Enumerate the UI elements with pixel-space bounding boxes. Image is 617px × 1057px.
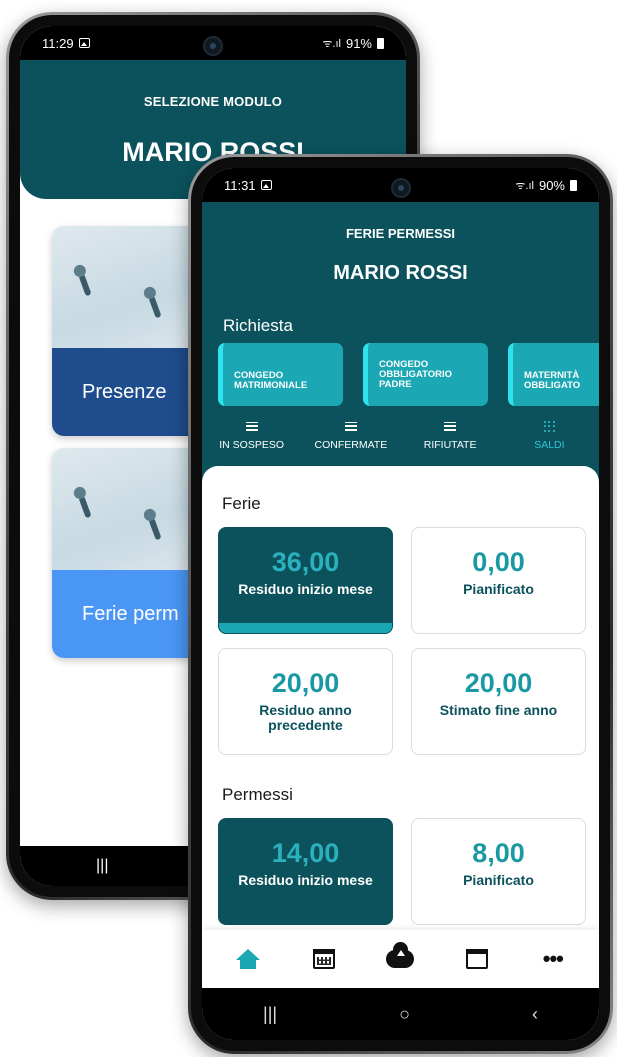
status-battery: 90%: [538, 177, 565, 193]
status-tabs: IN SOSPESO CONFERMATE RIFIUTATE SALDI: [202, 407, 599, 467]
nav-upload[interactable]: [378, 937, 422, 981]
user-name: MARIO ROSSI: [333, 262, 468, 284]
chip-congedo-padre[interactable]: CONGEDO OBBLIGATORIO PADRE: [363, 343, 488, 406]
battery-icon: [570, 179, 577, 191]
tile-label: Residuo anno precedente: [259, 702, 352, 733]
page-subtitle: FERIE PERMESSI: [345, 226, 456, 241]
cloud-upload-icon: [386, 942, 415, 968]
tab-label: IN SOSPESO: [219, 439, 285, 451]
request-chips: CONGEDO MATRIMONIALE CONGEDO OBBLIGATORI…: [218, 343, 599, 406]
chip-congedo-matrimoniale[interactable]: CONGEDO MATRIMONIALE: [218, 343, 343, 406]
image-notification-icon: [78, 38, 90, 48]
list-icon: [245, 421, 258, 431]
bottom-navigation: •••: [202, 930, 599, 988]
home-button[interactable]: ○: [399, 1004, 410, 1025]
tile-value: 0,00: [472, 547, 525, 577]
recent-apps-button[interactable]: |||: [263, 1004, 277, 1025]
pin-icon: [78, 273, 92, 297]
status-time: 11:29: [42, 35, 74, 51]
tile-value: 36,00: [271, 547, 340, 577]
tab-in-sospeso[interactable]: IN SOSPESO: [202, 407, 301, 467]
tile-value: 14,00: [271, 838, 340, 868]
nav-calendar-grid[interactable]: [302, 937, 346, 981]
tile-ferie-stimato-fine-anno[interactable]: 20,00 Stimato fine anno: [411, 648, 586, 755]
chip-maternita[interactable]: MATERNITÀ OBBLIGATO: [508, 343, 599, 406]
tile-highlight-bar: [219, 623, 392, 633]
nav-more[interactable]: •••: [531, 937, 575, 981]
battery-icon: [377, 37, 384, 49]
back-button[interactable]: ‹: [532, 1004, 538, 1025]
image-notification-icon: [260, 180, 272, 190]
tile-ferie-residuo-inizio-mese[interactable]: 36,00 Residuo inizio mese: [218, 527, 393, 634]
tab-confermate[interactable]: CONFERMATE: [301, 407, 400, 467]
grid-icon: [543, 420, 555, 432]
nav-home[interactable]: [226, 937, 270, 981]
status-battery: 91%: [345, 35, 372, 51]
front-phone-bezel: 11:31 ᯤ.ıl 90% FERIE PERMESSI MARIO ROSS…: [191, 157, 610, 1051]
front-camera-icon: [390, 178, 411, 198]
tile-label: Residuo inizio mese: [238, 581, 373, 597]
section-title-ferie: Ferie: [222, 494, 261, 513]
calendar-grid-icon: [313, 949, 336, 969]
calendar-icon: [465, 949, 488, 969]
section-title-richiesta: Richiesta: [223, 316, 293, 335]
nav-calendar[interactable]: [455, 937, 499, 981]
tab-saldi[interactable]: SALDI: [500, 407, 599, 467]
tab-rifiutate[interactable]: RIFIUTATE: [401, 407, 500, 467]
tile-ferie-residuo-anno-precedente[interactable]: 20,00 Residuo anno precedente: [218, 648, 393, 755]
front-header: FERIE PERMESSI MARIO ROSSI Richiesta CON…: [202, 202, 599, 502]
home-icon: [236, 949, 261, 969]
tile-label: Pianificato: [463, 872, 534, 888]
list-icon: [344, 421, 357, 431]
front-system-nav: ||| ○ ‹: [202, 988, 599, 1040]
list-icon: [444, 421, 457, 431]
tab-label: RIFIUTATE: [423, 439, 477, 451]
pin-icon: [148, 517, 162, 541]
status-time: 11:31: [224, 177, 256, 193]
wifi-signal-icon: ᯤ.ıl: [515, 179, 534, 192]
tile-permessi-residuo-inizio-mese[interactable]: 14,00 Residuo inizio mese: [218, 818, 393, 925]
pin-icon: [78, 495, 92, 519]
tab-label: CONFERMATE: [314, 439, 388, 451]
tile-value: 8,00: [472, 838, 525, 868]
front-phone-screen: 11:31 ᯤ.ıl 90% FERIE PERMESSI MARIO ROSS…: [202, 168, 599, 1040]
wifi-signal-icon: ᯤ.ıl: [322, 37, 341, 50]
front-phone: 11:31 ᯤ.ıl 90% FERIE PERMESSI MARIO ROSS…: [188, 154, 613, 1054]
pin-icon: [148, 295, 162, 319]
more-icon: •••: [542, 946, 564, 971]
tile-value: 20,00: [464, 668, 533, 698]
tile-label: Pianificato: [463, 581, 534, 597]
tile-label: Residuo inizio mese: [238, 872, 373, 888]
recent-apps-button[interactable]: |||: [96, 857, 108, 875]
page-subtitle: SELEZIONE MODULO: [143, 94, 283, 109]
stage: 11:29 ᯤ.ıl 91% SELEZIONE MODULO MARIO RO…: [0, 0, 617, 1057]
tile-ferie-pianificato[interactable]: 0,00 Pianificato: [411, 527, 586, 634]
tile-label: Stimato fine anno: [439, 702, 558, 718]
tab-label: SALDI: [534, 439, 565, 451]
tile-value: 20,00: [271, 668, 340, 698]
saldi-content: Ferie 36,00 Residuo inizio mese 0,00 Pia…: [202, 466, 599, 930]
front-camera-icon: [203, 36, 223, 56]
section-title-permessi: Permessi: [222, 785, 293, 804]
tile-permessi-pianificato[interactable]: 8,00 Pianificato: [411, 818, 586, 925]
